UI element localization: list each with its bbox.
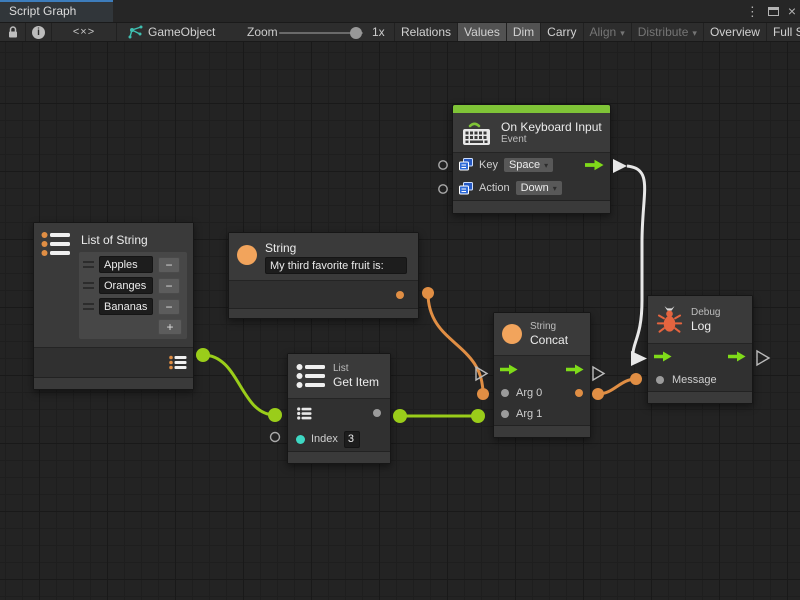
title-bar: Script Graph ⋮ × [0,0,800,22]
gameobject-label: GameObject [148,25,215,39]
drag-handle-icon[interactable] [83,303,94,310]
node-title: Concat [530,333,568,347]
info-icon: i [32,26,45,39]
string-icon [502,324,522,344]
align-dropdown[interactable]: Align [583,23,631,41]
node-footer [648,391,752,403]
node-concat[interactable]: String Concat Arg 0 Arg 1 [493,312,591,438]
tab-script-graph[interactable]: Script Graph [0,0,113,22]
node-list-of-string[interactable]: List of String − − [33,222,194,390]
string-icon [237,245,257,265]
list-item-input[interactable] [99,256,153,273]
code-icon: <×> [73,26,95,38]
drag-handle-icon[interactable] [83,282,94,289]
list-icon [41,231,70,257]
node-title: Get Item [333,375,379,389]
enum-icon [459,158,473,171]
node-get-item[interactable]: List Get Item Index [287,353,391,464]
string-value-input[interactable] [265,257,407,274]
message-label: Message [672,374,717,386]
node-string-literal[interactable]: String [228,232,419,319]
node-footer [229,308,418,318]
dim-button[interactable]: Dim [506,23,540,41]
event-accent-bar [453,105,610,113]
zoom-slider[interactable] [279,32,363,34]
fullscreen-button[interactable]: Full Scre [766,23,800,41]
exec-output-arrow-icon[interactable] [585,159,604,171]
more-menu-icon[interactable]: ⋮ [746,5,759,18]
node-subtitle: Event [501,134,602,146]
node-footer [494,425,590,437]
node-footer [453,200,610,213]
lock-button[interactable] [0,23,26,41]
string-output-port[interactable] [396,291,404,299]
bug-icon [656,305,683,335]
index-label: Index [311,433,338,445]
node-title: On Keyboard Input [501,120,602,134]
node-log[interactable]: Debug Log Message [647,295,753,404]
zoom-slider-handle[interactable] [350,27,362,39]
chevron-down-icon [540,159,548,171]
node-title: String [265,241,407,255]
message-input-port[interactable] [656,376,664,384]
lock-icon [7,25,19,39]
node-title: List of String [81,233,187,247]
graph-toolbar: i <×> GameObject Zoom 1x Relations Value… [0,22,800,42]
arg0-label: Arg 0 [516,387,542,399]
gameobject-context[interactable]: GameObject [127,23,215,41]
key-port-label: Key [479,159,498,171]
values-button[interactable]: Values [457,23,506,41]
remove-item-button[interactable]: − [158,257,180,273]
exec-input-arrow-icon[interactable] [654,351,672,362]
node-category: List [333,363,379,375]
add-item-button[interactable]: + [158,319,182,335]
list-icon [296,363,325,389]
graph-icon [127,25,143,39]
relations-button[interactable]: Relations [394,23,457,41]
list-items-panel: − − − + [79,252,187,339]
node-title: Log [691,319,720,333]
remove-item-button[interactable]: − [158,278,180,294]
list-output-port-icon[interactable] [169,355,187,370]
index-input-port[interactable] [296,435,305,444]
list-input-port-icon[interactable] [297,407,312,420]
node-category: String [530,321,568,333]
chevron-down-icon [616,25,625,39]
zoom-label: Zoom [247,23,278,42]
arg0-input-port[interactable] [501,389,509,397]
distribute-dropdown[interactable]: Distribute [631,23,703,41]
result-output-port[interactable] [575,389,583,397]
graph-canvas[interactable]: On Keyboard Input Event Key Space [0,42,800,600]
list-item-input[interactable] [99,277,153,294]
arg1-input-port[interactable] [501,410,509,418]
key-dropdown[interactable]: Space [504,158,553,172]
exec-output-arrow-icon[interactable] [728,351,746,362]
action-port-label: Action [479,182,510,194]
list-item-input[interactable] [99,298,153,315]
keyboard-icon [461,119,493,147]
node-on-keyboard-input[interactable]: On Keyboard Input Event Key Space [452,104,611,214]
remove-item-button[interactable]: − [158,299,180,315]
drag-handle-icon[interactable] [83,261,94,268]
carry-button[interactable]: Carry [540,23,582,41]
chevron-down-icon [549,182,557,194]
close-icon[interactable]: × [788,4,796,18]
node-footer [288,451,390,463]
enum-icon [459,182,473,195]
exec-input-arrow-icon[interactable] [500,364,518,375]
maximize-icon[interactable] [768,7,779,16]
index-input[interactable] [344,431,360,448]
arg1-label: Arg 1 [516,408,542,420]
info-button[interactable]: i [26,23,52,41]
node-category: Debug [691,307,720,319]
item-output-port[interactable] [373,409,381,417]
node-footer [34,377,193,389]
overview-button[interactable]: Overview [703,23,766,41]
zoom-value: 1x [372,23,385,42]
action-dropdown[interactable]: Down [516,181,562,195]
code-view-button[interactable]: <×> [52,23,117,41]
exec-output-arrow-icon[interactable] [566,364,584,375]
chevron-down-icon [688,25,697,39]
